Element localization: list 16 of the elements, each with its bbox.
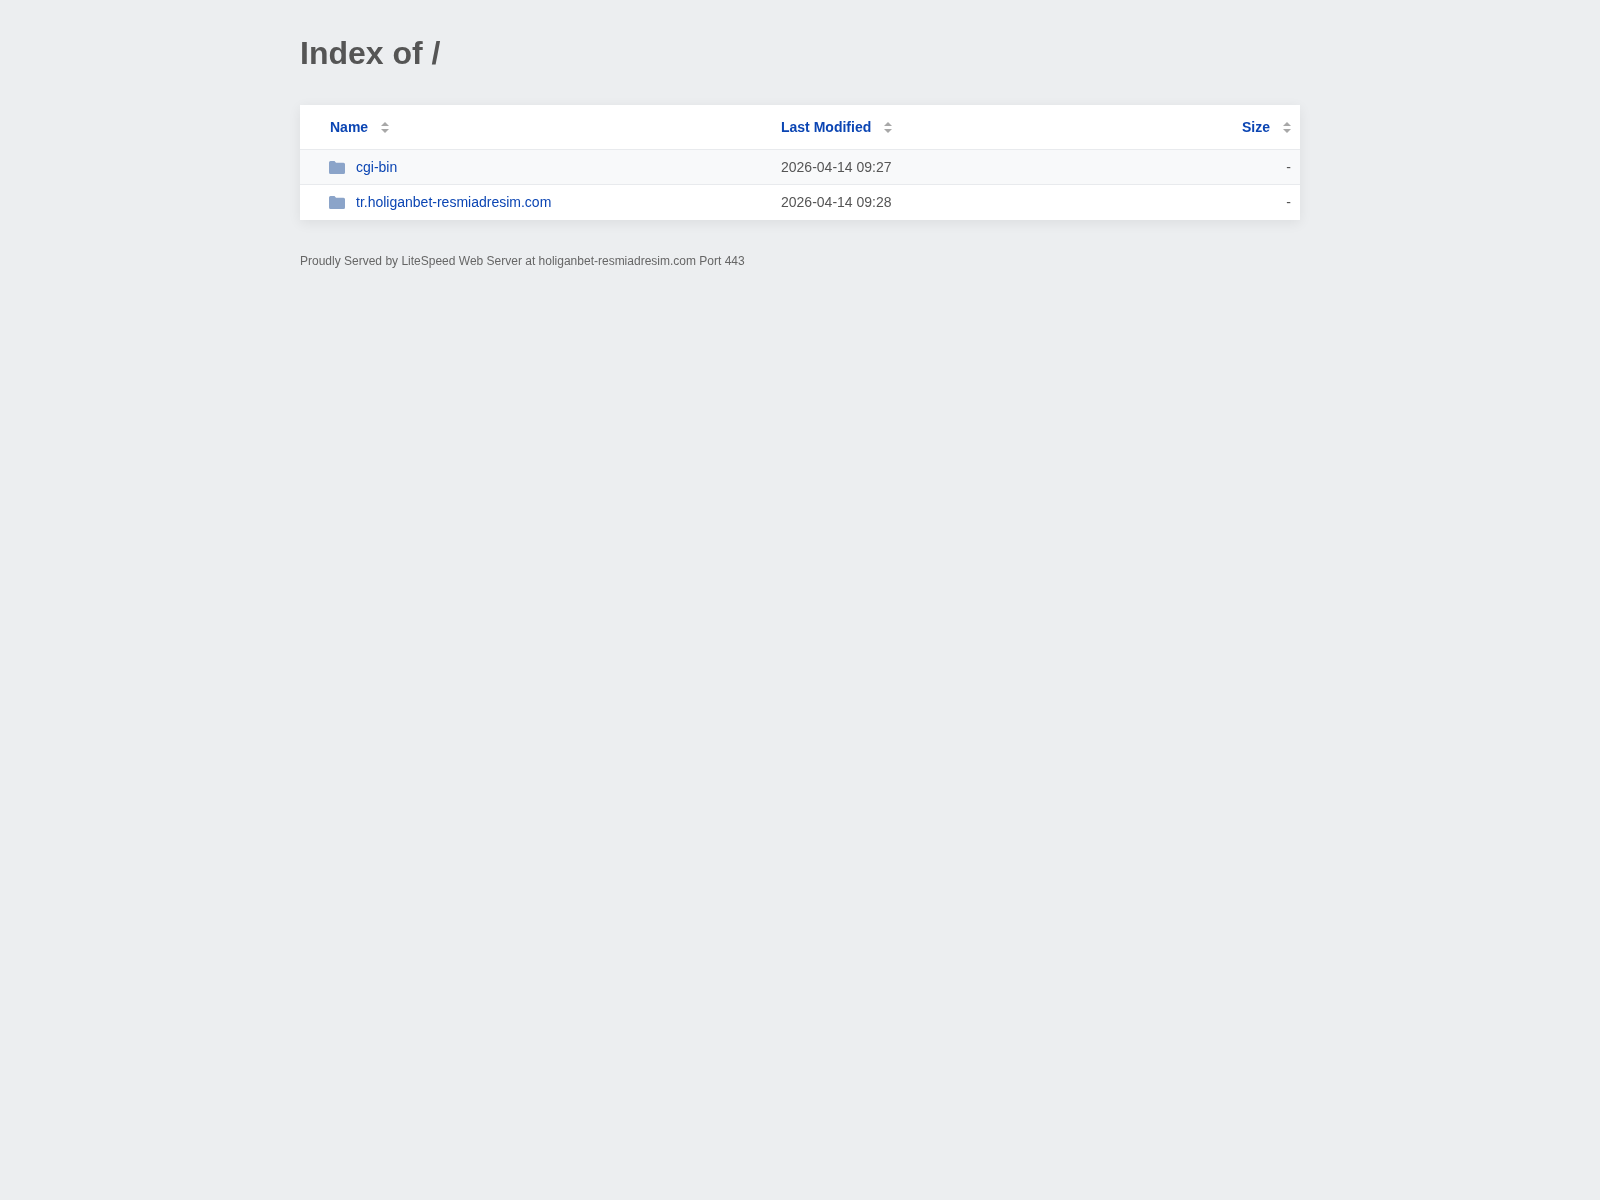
- sort-icon: [1283, 121, 1291, 133]
- column-header[interactable]: Size: [1242, 116, 1291, 138]
- page-title: Index of /: [300, 34, 441, 72]
- folder-link[interactable]: cgi-bin: [356, 156, 398, 178]
- folder-icon: [329, 196, 345, 209]
- sort-icon: [884, 121, 893, 133]
- modified-date: 2026-04-14 09:27: [781, 157, 892, 177]
- column-header[interactable]: Last Modified: [781, 116, 893, 138]
- modified-date: 2026-04-14 09:28: [781, 193, 892, 212]
- folder-icon: [329, 160, 345, 174]
- folder-link[interactable]: tr.holiganbet-resmiadresim.com: [356, 192, 552, 213]
- column-header[interactable]: Name: [330, 116, 390, 138]
- sort-icon: [381, 121, 390, 133]
- server-footer: Proudly Served by LiteSpeed Web Server at holiganbet-resmiadresim.com Port 443: [300, 252, 745, 270]
- size-value: -: [1286, 193, 1292, 212]
- size-value: -: [1286, 157, 1292, 177]
